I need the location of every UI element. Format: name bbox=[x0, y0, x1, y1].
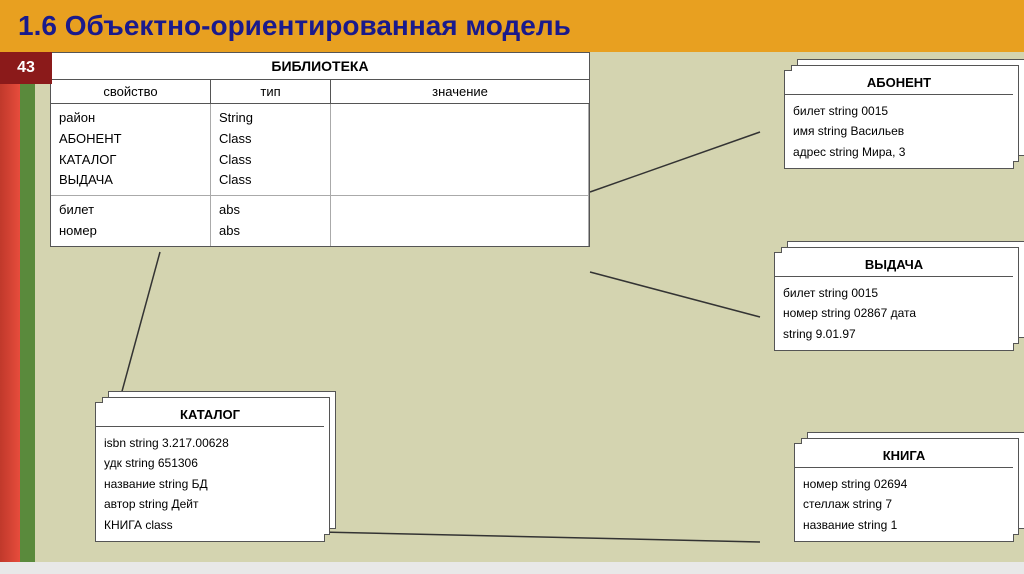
vydacha-row-2: string 9.01.97 bbox=[783, 324, 1005, 344]
table-header-row: свойство тип значение bbox=[51, 80, 589, 104]
vydacha-box: ВЫДАЧА билет string 0015 номер string 02… bbox=[774, 252, 1014, 351]
kniga-row-1: стеллаж string 7 bbox=[803, 494, 1005, 514]
katalog-row-1: удк string 651306 bbox=[104, 453, 316, 473]
vydacha-row-0: билет string 0015 bbox=[783, 283, 1005, 303]
red-stripe bbox=[0, 52, 20, 562]
page-title: 1.6 Объектно-ориентированная модель bbox=[18, 10, 571, 41]
group2-types: absabs bbox=[211, 196, 331, 246]
col-header-type: тип bbox=[211, 80, 331, 103]
katalog-row-2: название string БД bbox=[104, 474, 316, 494]
katalog-content: isbn string 3.217.00628 удк string 65130… bbox=[96, 427, 324, 541]
katalog-row-3: автор string Дейт bbox=[104, 494, 316, 514]
vydacha-title: ВЫДАЧА bbox=[775, 253, 1013, 277]
abonent-box: АБОНЕНТ билет string 0015 имя string Вас… bbox=[784, 70, 1014, 169]
kniga-row-2: название string 1 bbox=[803, 515, 1005, 535]
katalog-title: КАТАЛОГ bbox=[96, 403, 324, 427]
row-район: районАБОНЕНТКАТАЛОГВЫДАЧА bbox=[59, 110, 122, 187]
abonent-row-1: имя string Васильев bbox=[793, 121, 1005, 141]
table-row-group1: районАБОНЕНТКАТАЛОГВЫДАЧА StringClassCla… bbox=[51, 104, 589, 196]
abonent-content: билет string 0015 имя string Васильев ад… bbox=[785, 95, 1013, 168]
katalog-box: КАТАЛОГ isbn string 3.217.00628 удк stri… bbox=[95, 402, 325, 542]
group1-values bbox=[331, 104, 589, 195]
main-table-title: БИБЛИОТЕКА bbox=[51, 53, 589, 80]
green-stripe bbox=[20, 52, 35, 562]
abonent-row-2: адрес string Мира, 3 bbox=[793, 142, 1005, 162]
page-badge: 43 bbox=[0, 52, 52, 84]
content-area: 43 БИБЛИОТЕКА свойство тип значение райо… bbox=[0, 52, 1024, 562]
kniga-box: КНИГА номер string 02694 стеллаж string … bbox=[794, 443, 1014, 542]
group1-types: StringClassClassClass bbox=[211, 104, 331, 195]
group2-values bbox=[331, 196, 589, 246]
row-abs-abs: absabs bbox=[219, 202, 240, 238]
kniga-row-0: номер string 02694 bbox=[803, 474, 1005, 494]
main-table: БИБЛИОТЕКА свойство тип значение районАБ… bbox=[50, 52, 590, 247]
row-bilet-nomer: билетномер bbox=[59, 202, 97, 238]
abonent-row-0: билет string 0015 bbox=[793, 101, 1005, 121]
vydacha-content: билет string 0015 номер string 02867 дат… bbox=[775, 277, 1013, 350]
row-types: StringClassClassClass bbox=[219, 110, 253, 187]
group2-properties: билетномер bbox=[51, 196, 211, 246]
header: 1.6 Объектно-ориентированная модель bbox=[0, 0, 1024, 52]
col-header-value: значение bbox=[331, 80, 589, 103]
vydacha-row-1: номер string 02867 дата bbox=[783, 303, 1005, 323]
table-second-section: билетномер absabs bbox=[51, 196, 589, 246]
katalog-row-0: isbn string 3.217.00628 bbox=[104, 433, 316, 453]
kniga-content: номер string 02694 стеллаж string 7 назв… bbox=[795, 468, 1013, 541]
kniga-title: КНИГА bbox=[795, 444, 1013, 468]
abonent-title: АБОНЕНТ bbox=[785, 71, 1013, 95]
katalog-row-4: КНИГА class bbox=[104, 515, 316, 535]
col-header-property: свойство bbox=[51, 80, 211, 103]
group1-properties: районАБОНЕНТКАТАЛОГВЫДАЧА bbox=[51, 104, 211, 195]
